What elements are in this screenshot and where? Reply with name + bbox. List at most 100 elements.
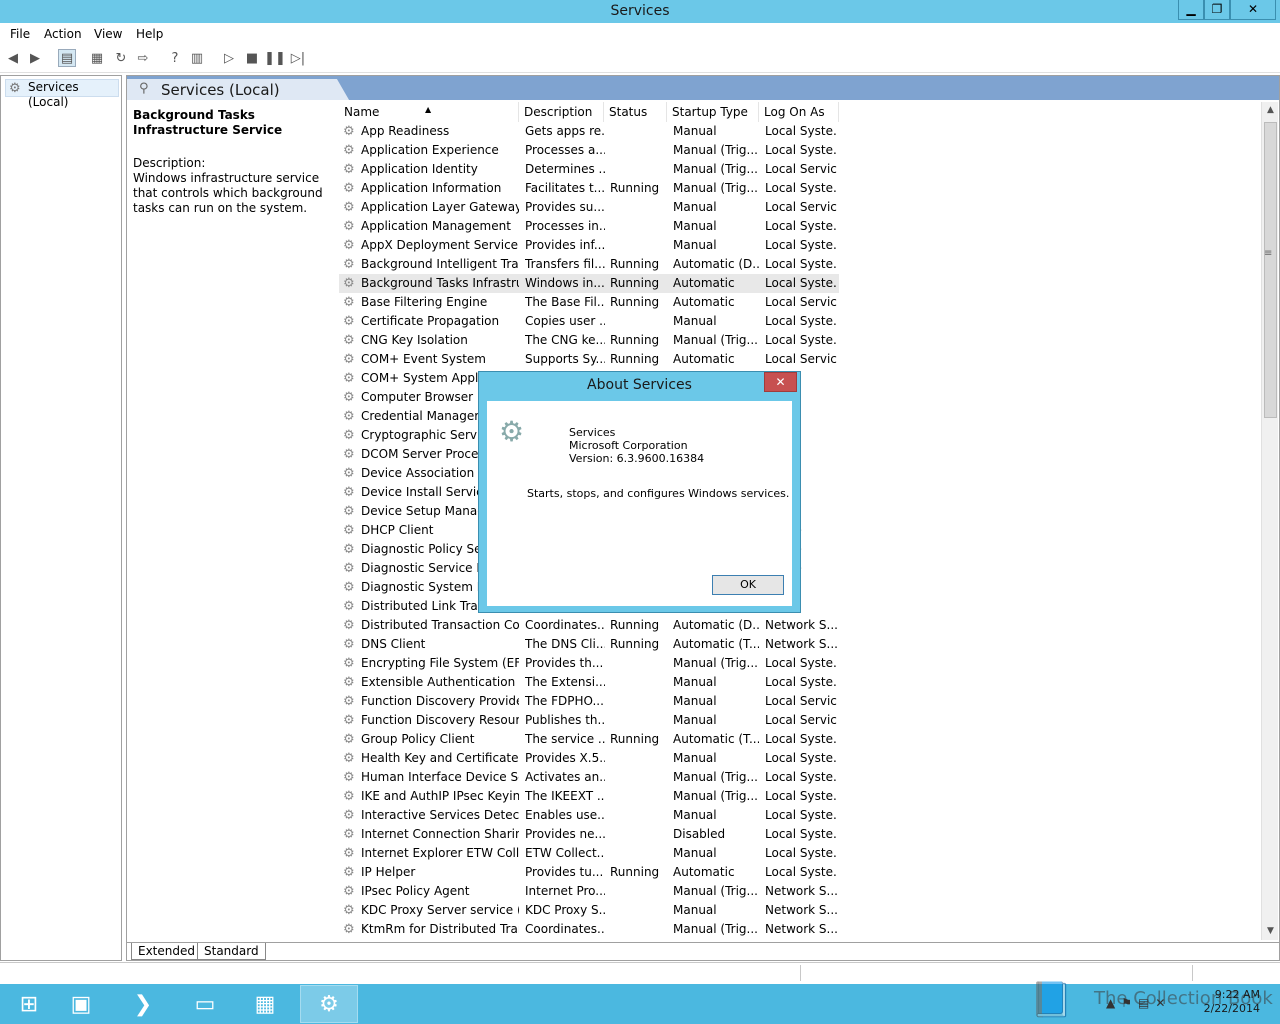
table-row[interactable]: ⚙ Background Intelligent Tran... Transfers… — [339, 255, 1259, 274]
show-hide-tree-icon[interactable]: ▤ — [58, 49, 76, 67]
powershell-icon[interactable]: ❯ — [114, 985, 172, 1023]
file-explorer-icon[interactable]: ▭ — [176, 985, 234, 1023]
table-row[interactable]: ⚙ Background Tasks Infrastru... Windows in… — [339, 274, 839, 293]
service-startup-type: Manual — [673, 903, 717, 917]
menu-action[interactable]: Action — [44, 27, 82, 41]
table-row[interactable]: ⚙ Extensible Authentication P... The Exten… — [339, 673, 1259, 692]
menu-file[interactable]: File — [10, 27, 30, 41]
minimize-button[interactable]: ▁ — [1178, 0, 1204, 20]
table-row[interactable]: ⚙ App Readiness Gets apps re... Manual Local… — [339, 122, 1259, 141]
service-gear-icon: ⚙ — [343, 694, 355, 709]
start-button[interactable]: ⊞ — [0, 985, 58, 1023]
service-startup-type: Manual (Trig... — [673, 333, 758, 347]
table-row[interactable]: ⚙ IKE and AuthIP IPsec Keying... The IKEEX… — [339, 787, 1259, 806]
service-description: Processes in... — [525, 219, 605, 233]
table-row[interactable]: ⚙ Group Policy Client The service ... Runni… — [339, 730, 1259, 749]
service-gear-icon: ⚙ — [343, 713, 355, 728]
stop-service-icon[interactable]: ■ — [243, 49, 261, 67]
table-row[interactable]: ⚙ KDC Proxy Server service (K... KDC Proxy… — [339, 901, 1259, 920]
table-row[interactable]: ⚙ Application Identity Determines ... Manua… — [339, 160, 1259, 179]
table-row[interactable]: ⚙ Function Discovery Provide... The FDPHO.… — [339, 692, 1259, 711]
service-name: App Readiness — [361, 124, 450, 138]
properties-icon[interactable]: ▦ — [88, 49, 106, 67]
ok-button[interactable]: OK — [712, 575, 784, 595]
table-row[interactable]: ⚙ Internet Explorer ETW Colle... ETW Colle… — [339, 844, 1259, 863]
table-row[interactable]: ⚙ IP Helper Provides tu... Running Automatic… — [339, 863, 1259, 882]
table-row[interactable]: ⚙ Function Discovery Resourc... Publishes … — [339, 711, 1259, 730]
service-description: ETW Collect... — [525, 846, 605, 860]
taskbar: ⊞ ▣ ❯ ▭ ▦ ⚙ 📘 The Collection Book ▲⚑▤✕ 9… — [0, 980, 1280, 1024]
forward-arrow-icon[interactable]: ▶ — [26, 49, 44, 67]
service-log-on-as: Local Service — [765, 352, 837, 366]
service-name: Encrypting File System (EFS) — [361, 656, 519, 670]
server-manager-icon[interactable]: ▣ — [52, 985, 110, 1023]
restart-service-icon[interactable]: ▷| — [289, 49, 307, 67]
scroll-down-icon[interactable]: ▼ — [1262, 923, 1279, 940]
table-row[interactable]: ⚙ Certificate Propagation Copies user ... M… — [339, 312, 1259, 331]
scroll-up-icon[interactable]: ▲ — [1262, 102, 1279, 119]
column-header-status[interactable]: Status — [604, 102, 667, 122]
column-header-startup-type[interactable]: Startup Type — [667, 102, 759, 122]
table-row[interactable]: ⚙ Base Filtering Engine The Base Fil... Run… — [339, 293, 1259, 312]
table-row[interactable]: ⚙ Interactive Services Detection Enables u… — [339, 806, 1259, 825]
mmc-console-icon[interactable]: ▦ — [236, 985, 294, 1023]
show-action-pane-icon[interactable]: ▥ — [188, 49, 206, 67]
table-row[interactable]: ⚙ Health Key and Certificate ... Provides … — [339, 749, 1259, 768]
column-header-log-on-as[interactable]: Log On As — [759, 102, 839, 122]
dialog-close-button[interactable]: ✕ — [764, 372, 797, 392]
maximize-button[interactable]: ❐ — [1204, 0, 1230, 20]
table-row[interactable]: ⚙ KtmRm for Distributed Tran... Coordinate… — [339, 920, 1259, 939]
service-log-on-as: Local Syste... — [765, 276, 837, 290]
service-name: Function Discovery Provide... — [361, 694, 519, 708]
menu-help[interactable]: Help — [136, 27, 163, 41]
table-row[interactable]: ⚙ Application Information Facilitates t...… — [339, 179, 1259, 198]
service-description: Supports Sy... — [525, 352, 605, 366]
table-row[interactable]: ⚙ Human Interface Device Ser... Activates … — [339, 768, 1259, 787]
services-taskbar-icon[interactable]: ⚙ — [300, 985, 358, 1023]
refresh-icon[interactable]: ↻ — [112, 49, 130, 67]
service-gear-icon: ⚙ — [343, 314, 355, 329]
tab-extended[interactable]: Extended — [131, 943, 202, 960]
column-header-description[interactable]: Description — [519, 102, 604, 122]
service-name: Background Tasks Infrastru... — [361, 276, 519, 290]
service-gear-icon: ⚙ — [343, 865, 355, 880]
close-button[interactable]: ✕ — [1230, 0, 1276, 20]
tree-node-services-local[interactable]: ⚙ Services (Local) — [5, 79, 119, 109]
back-arrow-icon[interactable]: ◀ — [4, 49, 22, 67]
table-row[interactable]: ⚙ Application Management Processes in... Ma… — [339, 217, 1259, 236]
service-description: The CNG ke... — [525, 333, 605, 347]
service-gear-icon: ⚙ — [343, 580, 355, 595]
export-list-icon[interactable]: ⇨ — [134, 49, 152, 67]
help-icon[interactable]: ? — [166, 49, 184, 67]
service-status: Running — [610, 732, 660, 746]
service-startup-type: Automatic — [673, 352, 735, 366]
table-row[interactable]: ⚙ DNS Client The DNS Cli... Running Automati… — [339, 635, 1259, 654]
column-header-name[interactable]: Name ▲ — [339, 102, 519, 122]
service-gear-icon: ⚙ — [343, 257, 355, 272]
tab-standard[interactable]: Standard — [197, 943, 266, 960]
service-log-on-as: Local Syste... — [765, 770, 837, 784]
service-log-on-as: Local Syste... — [765, 675, 837, 689]
menu-view[interactable]: View — [94, 27, 122, 41]
service-startup-type: Manual — [673, 219, 717, 233]
table-row[interactable]: ⚙ Distributed Transaction Co... Coordinate… — [339, 616, 1259, 635]
tray-icons[interactable]: ▲⚑▤✕ — [1106, 996, 1171, 1010]
table-row[interactable]: ⚙ AppX Deployment Service (... Provides in… — [339, 236, 1259, 255]
table-row[interactable]: ⚙ Application Layer Gateway ... Provides s… — [339, 198, 1259, 217]
system-clock[interactable]: 9:22 AM 2/22/2014 — [1204, 988, 1260, 1016]
table-row[interactable]: ⚙ Application Experience Processes a... Man… — [339, 141, 1259, 160]
panel-title: Services (Local) — [161, 81, 280, 99]
vertical-scrollbar[interactable]: ▲ ≡ ▼ — [1261, 102, 1278, 940]
pause-service-icon[interactable]: ❚❚ — [264, 49, 286, 67]
service-description: The Extensi... — [525, 675, 605, 689]
service-description: Determines ... — [525, 162, 605, 176]
table-row[interactable]: ⚙ COM+ Event System Supports Sy... Running A… — [339, 350, 1259, 369]
table-row[interactable]: ⚙ Internet Connection Sharin... Provides n… — [339, 825, 1259, 844]
table-row[interactable]: ⚙ CNG Key Isolation The CNG ke... Running Ma… — [339, 331, 1259, 350]
table-row[interactable]: ⚙ Encrypting File System (EFS) Provides th… — [339, 654, 1259, 673]
scroll-thumb[interactable] — [1264, 122, 1277, 418]
table-row[interactable]: ⚙ IPsec Policy Agent Internet Pro... Manual… — [339, 882, 1259, 901]
start-service-icon[interactable]: ▷ — [220, 49, 238, 67]
service-startup-type: Automatic (T... — [673, 637, 759, 651]
service-startup-type: Manual — [673, 713, 717, 727]
